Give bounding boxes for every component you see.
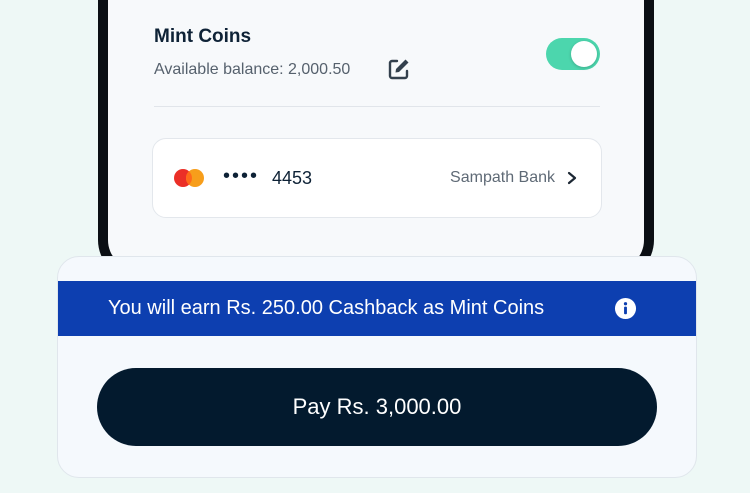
- cashback-banner: You will earn Rs. 250.00 Cashback as Min…: [58, 281, 696, 336]
- card-last-four: 4453: [272, 168, 313, 188]
- info-icon[interactable]: [614, 297, 637, 320]
- toggle-knob: [571, 41, 597, 67]
- payment-card-row[interactable]: •••• 4453 Sampath Bank: [152, 138, 602, 218]
- chevron-right-icon: [567, 171, 577, 185]
- cashback-text: You will earn Rs. 250.00 Cashback as Min…: [108, 297, 545, 319]
- edit-icon[interactable]: [386, 56, 412, 82]
- mastercard-icon: [174, 169, 204, 187]
- card-masked-digits: ••••: [223, 165, 260, 187]
- mint-coins-toggle[interactable]: [546, 38, 600, 70]
- mint-coins-title: Mint Coins: [154, 26, 252, 47]
- available-balance: Available balance: 2,000.50: [154, 61, 351, 78]
- divider: [154, 106, 600, 107]
- pay-button[interactable]: Pay Rs. 3,000.00: [97, 368, 657, 446]
- bottom-sheet: You will earn Rs. 250.00 Cashback as Min…: [57, 256, 697, 478]
- bank-name: Sampath Bank: [450, 169, 555, 186]
